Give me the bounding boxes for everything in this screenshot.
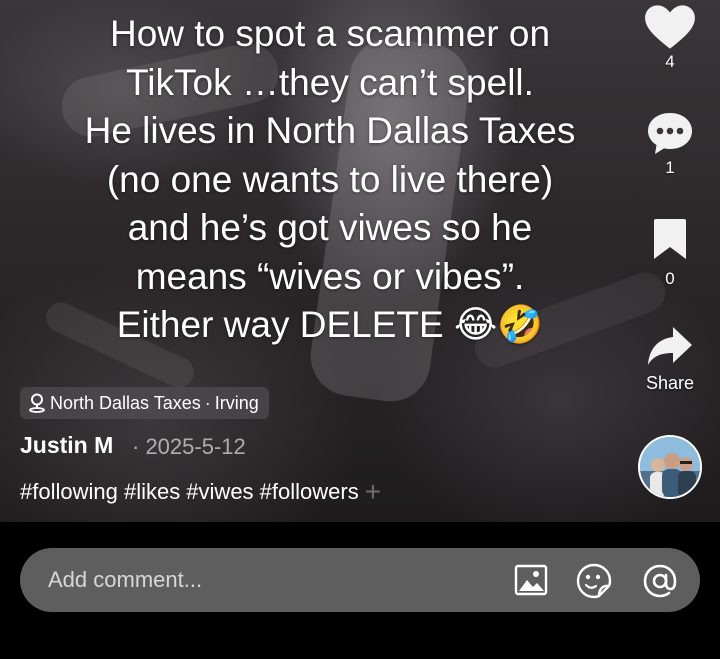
caption-line: (no one wants to live there) xyxy=(106,158,554,200)
comment-bar xyxy=(20,548,700,612)
post-date: · 2025-5-12 xyxy=(132,434,246,459)
author-name[interactable]: Justin M xyxy=(20,432,113,459)
location-city: Irving xyxy=(214,392,259,413)
share-label: Share xyxy=(645,373,695,393)
caption-line: How to spot a scammer on xyxy=(109,13,551,54)
caption-line: Either way DELETE 😂🤣 xyxy=(116,304,544,345)
caption-line: TikTok …they can’t spell. xyxy=(126,61,534,103)
hashtags: #following #likes #viwes #followers + xyxy=(20,478,381,506)
caption-line: and he’s got viwes so he xyxy=(127,207,533,248)
comment-count: 1 xyxy=(665,158,675,177)
video-caption: How to spot a scammer on TikTok …they ca… xyxy=(40,10,620,350)
location-pin-icon xyxy=(29,393,45,413)
location-separator: · xyxy=(204,392,211,413)
comment-button[interactable]: 1 xyxy=(642,110,698,178)
avatar-photo xyxy=(640,437,700,497)
avatar[interactable] xyxy=(638,435,702,499)
share-button[interactable]: Share xyxy=(642,325,698,394)
heart-icon xyxy=(645,5,695,49)
save-button[interactable]: 0 xyxy=(642,217,698,289)
save-count: 0 xyxy=(665,269,675,288)
hashtag-list[interactable]: #following #likes #viwes #followers xyxy=(20,479,359,505)
image-icon[interactable] xyxy=(514,563,548,597)
plus-icon: + xyxy=(364,476,382,507)
caption-line: He lives in North Dallas Taxes xyxy=(84,110,576,151)
location-tag[interactable]: North Dallas Taxes · Irving xyxy=(20,387,269,419)
at-mention-icon[interactable] xyxy=(642,563,678,599)
location-name: North Dallas Taxes xyxy=(50,392,201,413)
comment-bubble-icon xyxy=(648,113,692,154)
caption-line: means “wives or vibes”. xyxy=(135,255,525,297)
bookmark-icon xyxy=(654,219,686,259)
like-count: 4 xyxy=(665,52,675,71)
emoji-sticker-icon[interactable] xyxy=(576,563,612,599)
share-arrow-icon xyxy=(648,327,692,365)
like-button[interactable]: 4 xyxy=(642,4,698,72)
comment-input[interactable] xyxy=(48,548,468,612)
